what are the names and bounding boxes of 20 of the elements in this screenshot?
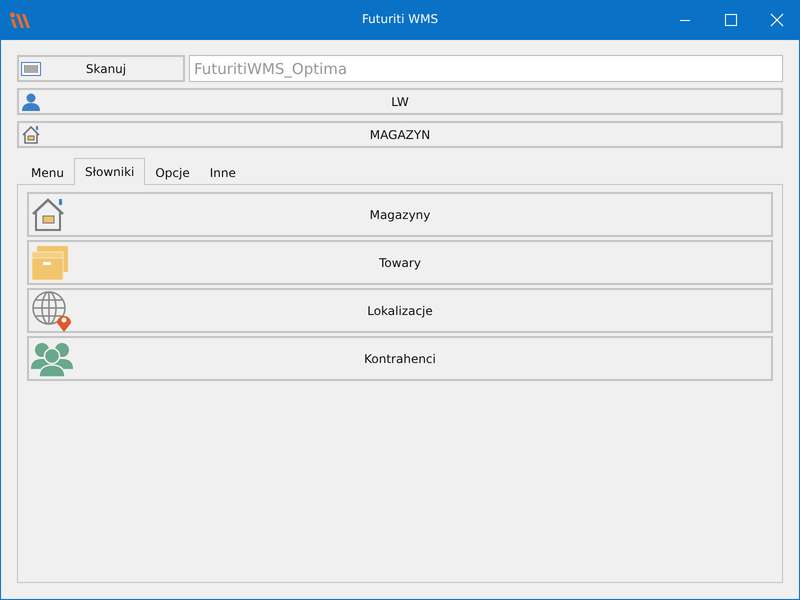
window-title: Futuriti WMS: [362, 12, 438, 26]
menu-item[interactable]: Kontrahenci: [27, 336, 773, 381]
barcode-icon: [21, 62, 41, 76]
database-field[interactable]: FuturitiWMS_Optima: [189, 55, 783, 82]
user-icon: [21, 92, 41, 110]
menu-item[interactable]: Lokalizacje: [27, 288, 773, 333]
tab[interactable]: Słowniki: [74, 158, 146, 185]
user-button[interactable]: LW: [17, 88, 783, 115]
boxes-icon: [31, 244, 69, 280]
app-logo-icon: [10, 11, 30, 29]
tab[interactable]: Inne: [200, 161, 246, 184]
menu-item[interactable]: Towary: [27, 240, 773, 285]
warehouse-button[interactable]: MAGAZYN: [17, 121, 783, 148]
menu-item[interactable]: Magazyny: [27, 192, 773, 237]
house-icon: [21, 124, 41, 144]
globe-pin-icon: [31, 290, 73, 332]
people-icon: [31, 340, 73, 376]
scan-button[interactable]: Skanuj: [17, 55, 185, 82]
tab[interactable]: Menu: [21, 161, 74, 184]
tab[interactable]: Opcje: [145, 161, 200, 184]
